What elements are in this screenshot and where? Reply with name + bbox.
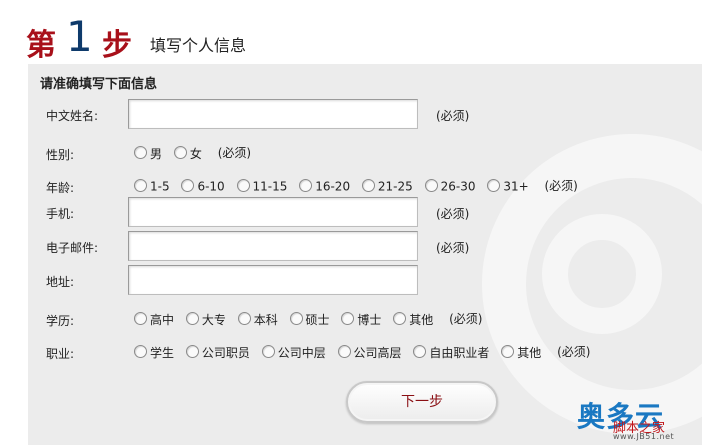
radio-button[interactable] bbox=[299, 179, 313, 193]
page-title: 填写个人信息 bbox=[150, 36, 247, 55]
occupation-options: 学生 公司职员 公司中层 公司高层 自由职业者 其他 (必须) bbox=[134, 343, 590, 361]
form-panel: 请准确填写下面信息 中文姓名: (必须) 性别: 男 女 (必须) 年龄: 1-… bbox=[28, 64, 702, 445]
radio-button[interactable] bbox=[173, 146, 187, 159]
occupation-option[interactable]: 公司高层 bbox=[337, 344, 402, 361]
email-input[interactable] bbox=[128, 231, 418, 261]
radio-button[interactable] bbox=[337, 345, 351, 358]
education-label: 学历: bbox=[46, 314, 75, 328]
education-option[interactable]: 大专 bbox=[185, 311, 226, 328]
row-occupation: 职业: 学生 公司职员 公司中层 公司高层 自由职业者 其他 (必须) bbox=[28, 337, 702, 367]
occupation-option[interactable]: 其他 bbox=[501, 344, 541, 361]
address-input[interactable] bbox=[128, 265, 418, 295]
radio-button[interactable] bbox=[185, 345, 199, 358]
row-mobile: 手机: (必须) bbox=[28, 197, 702, 227]
email-label: 电子邮件: bbox=[46, 241, 99, 255]
radio-button[interactable] bbox=[289, 312, 303, 325]
occupation-option[interactable]: 学生 bbox=[134, 344, 174, 361]
mobile-input[interactable] bbox=[128, 197, 418, 227]
step-suffix: 步 bbox=[102, 28, 132, 63]
radio-button[interactable] bbox=[413, 345, 427, 358]
name-input[interactable] bbox=[128, 99, 418, 129]
required-note: (必须) bbox=[217, 146, 252, 160]
gender-options: 男 女 (必须) bbox=[134, 144, 251, 162]
education-option[interactable]: 硕士 bbox=[289, 311, 330, 328]
required-note: (必须) bbox=[436, 241, 470, 255]
mobile-label: 手机: bbox=[46, 207, 75, 221]
age-option[interactable]: 6-10 bbox=[181, 179, 225, 194]
step-prefix: 第 bbox=[26, 28, 56, 63]
section-title: 请准确填写下面信息 bbox=[40, 77, 158, 92]
row-gender: 性别: 男 女 (必须) bbox=[28, 138, 702, 168]
occupation-option[interactable]: 自由职业者 bbox=[413, 344, 489, 361]
education-option[interactable]: 博士 bbox=[341, 311, 381, 328]
age-options: 1-5 6-10 11-15 16-20 21-25 26-30 31+ (必须… bbox=[134, 177, 578, 194]
age-option[interactable]: 21-25 bbox=[361, 179, 413, 194]
age-label: 年龄: bbox=[46, 181, 75, 195]
radio-button[interactable] bbox=[134, 179, 147, 193]
radio-button[interactable] bbox=[361, 179, 375, 193]
gender-option[interactable]: 女 bbox=[173, 145, 202, 162]
radio-button[interactable] bbox=[341, 312, 355, 325]
occupation-option[interactable]: 公司中层 bbox=[261, 344, 326, 361]
age-option[interactable]: 26-30 bbox=[424, 179, 475, 194]
education-options: 高中 大专 本科 硕士 博士 其他 (必须) bbox=[134, 310, 482, 328]
age-option[interactable]: 16-20 bbox=[299, 179, 350, 194]
radio-button[interactable] bbox=[393, 312, 407, 325]
address-label: 地址: bbox=[46, 275, 75, 289]
occupation-option[interactable]: 公司职员 bbox=[185, 344, 250, 361]
radio-button[interactable] bbox=[185, 312, 199, 325]
education-option[interactable]: 本科 bbox=[237, 311, 278, 328]
gender-label: 性别: bbox=[46, 148, 75, 162]
age-option[interactable]: 1-5 bbox=[134, 179, 170, 194]
radio-button[interactable] bbox=[261, 345, 275, 358]
row-education: 学历: 高中 大专 本科 硕士 博士 其他 (必须) bbox=[28, 304, 702, 334]
radio-button[interactable] bbox=[134, 345, 147, 358]
required-note: (必须) bbox=[544, 179, 578, 193]
radio-button[interactable] bbox=[134, 146, 147, 159]
education-option[interactable]: 其他 bbox=[393, 311, 433, 328]
next-step-button[interactable]: 下一步 bbox=[346, 381, 498, 423]
radio-button[interactable] bbox=[237, 312, 251, 325]
education-option[interactable]: 高中 bbox=[134, 311, 174, 328]
radio-button[interactable] bbox=[501, 345, 515, 358]
step-number: 1 bbox=[66, 12, 93, 61]
radio-button[interactable] bbox=[424, 179, 438, 193]
logo-url-text: www.JB51.net bbox=[613, 432, 675, 441]
site-logo: 奥多云 脚本之家 www.JB51.net bbox=[577, 395, 697, 445]
radio-button[interactable] bbox=[236, 179, 250, 193]
row-email: 电子邮件: (必须) bbox=[28, 231, 702, 261]
occupation-label: 职业: bbox=[46, 347, 75, 361]
row-address: 地址: bbox=[28, 265, 702, 295]
row-name: 中文姓名: (必须) bbox=[28, 99, 702, 129]
age-option[interactable]: 31+ bbox=[487, 179, 529, 194]
radio-button[interactable] bbox=[134, 312, 147, 325]
radio-button[interactable] bbox=[487, 179, 501, 193]
radio-button[interactable] bbox=[181, 179, 195, 193]
gender-option[interactable]: 男 bbox=[134, 145, 162, 162]
required-note: (必须) bbox=[557, 345, 591, 359]
required-note: (必须) bbox=[449, 312, 483, 326]
name-label: 中文姓名: bbox=[46, 109, 99, 123]
age-option[interactable]: 11-15 bbox=[236, 179, 287, 194]
required-note: (必须) bbox=[436, 109, 470, 123]
required-note: (必须) bbox=[436, 207, 470, 221]
